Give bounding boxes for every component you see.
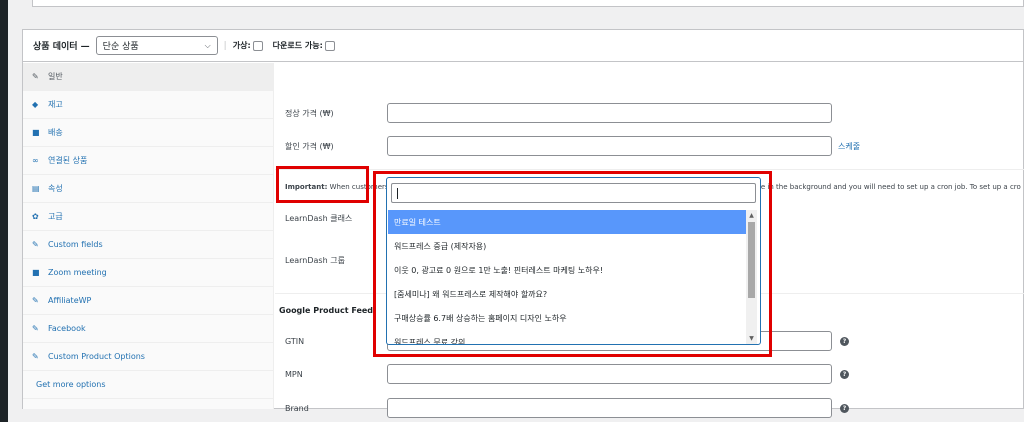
- brand-input[interactable]: [387, 398, 832, 418]
- tag-icon: ◆: [32, 100, 39, 109]
- product-data-header: 상품 데이터 — 단순 상품 ⌵ | 가상: 다운로드 가능:: [23, 30, 1023, 62]
- virtual-option[interactable]: 가상:: [233, 40, 263, 51]
- top-panel: [22, 0, 1024, 8]
- tab-zoom-meeting[interactable]: ■ Zoom meeting: [23, 259, 273, 287]
- learndash-groups-row: LearnDash 그룹: [285, 255, 387, 266]
- tab-label: AffiliateWP: [48, 296, 92, 305]
- gear-icon: ✿: [32, 212, 39, 221]
- mpn-input[interactable]: [387, 364, 832, 384]
- tab-label: 배송: [48, 128, 63, 137]
- wrench-icon: ✎: [32, 296, 39, 305]
- learndash-groups-label: LearnDash 그룹: [285, 256, 345, 265]
- product-data-tabs: ✎ 일반 ◆ 재고 ■ 배송 ∞ 연결된 상품 ▤ 속성 ✿ 고급 ✎ Custom fiel…: [23, 63, 274, 409]
- tab-label: 고급: [48, 212, 63, 221]
- tab-label: 재고: [48, 100, 63, 109]
- sale-price-label: 할인 가격 (₩): [285, 141, 334, 151]
- tab-label: 일반: [48, 72, 63, 81]
- downloadable-option[interactable]: 다운로드 가능:: [273, 40, 335, 51]
- divider: [275, 169, 1024, 170]
- tab-label: Custom Product Options: [48, 352, 145, 361]
- brand-row: Brand ?: [285, 398, 849, 418]
- virtual-label: 가상:: [232, 41, 251, 50]
- gtin-label: GTIN: [285, 336, 305, 346]
- regular-price-row: 정상 가격 (₩): [285, 103, 832, 123]
- admin-sidebar-edge: [0, 0, 8, 422]
- learndash-courses-label: LearnDash 클래스: [285, 214, 353, 223]
- tab-facebook[interactable]: ✎ Facebook: [23, 315, 273, 343]
- help-icon[interactable]: ?: [840, 336, 849, 346]
- highlight-box-dropdown: [373, 171, 772, 357]
- learndash-courses-row: LearnDash 클래스: [285, 213, 387, 224]
- table-icon: ▤: [32, 184, 40, 193]
- tab-affiliatewp[interactable]: ✎ AffiliateWP: [23, 287, 273, 315]
- wrench-icon: ✎: [32, 72, 39, 81]
- mpn-label: MPN: [285, 369, 303, 379]
- regular-price-label: 정상 가격 (₩): [285, 108, 334, 118]
- tab-attributes[interactable]: ▤ 속성: [23, 175, 273, 203]
- header-separator: |: [223, 40, 227, 51]
- brand-label: Brand: [285, 403, 309, 413]
- tab-advanced[interactable]: ✿ 고급: [23, 203, 273, 231]
- tab-label: Custom fields: [48, 240, 103, 249]
- highlight-box-label: [276, 166, 369, 203]
- tab-shipping[interactable]: ■ 배송: [23, 119, 273, 147]
- help-icon[interactable]: ?: [840, 369, 849, 379]
- help-icon[interactable]: ?: [840, 403, 849, 413]
- sale-price-input[interactable]: [387, 136, 832, 156]
- tab-label: Zoom meeting: [48, 268, 107, 277]
- mpn-row: MPN ?: [285, 364, 849, 384]
- schedule-link[interactable]: 스케줄: [838, 141, 860, 152]
- truck-icon: ■: [32, 128, 40, 137]
- wrench-icon: ✎: [32, 324, 39, 333]
- tab-general[interactable]: ✎ 일반: [23, 63, 273, 91]
- product-type-select[interactable]: 단순 상품 ⌵: [95, 36, 218, 55]
- chevron-down-icon: ⌵: [204, 40, 211, 50]
- tab-label: Get more options: [36, 380, 106, 389]
- downloadable-checkbox[interactable]: [324, 40, 335, 51]
- google-feed-title: Google Product Feed: [279, 306, 374, 315]
- virtual-checkbox[interactable]: [252, 40, 263, 51]
- product-type-value: 단순 상품: [102, 42, 139, 52]
- tab-label: Facebook: [48, 324, 86, 333]
- tab-label: 연결된 상품: [48, 156, 88, 165]
- get-more-options-link[interactable]: Get more options: [23, 371, 273, 399]
- tab-custom-fields[interactable]: ✎ Custom fields: [23, 231, 273, 259]
- tab-label: 속성: [48, 184, 63, 193]
- regular-price-input[interactable]: [387, 103, 832, 123]
- wrench-icon: ✎: [32, 240, 39, 249]
- sale-price-row: 할인 가격 (₩) 스케줄: [285, 136, 860, 156]
- video-icon: ■: [32, 268, 40, 277]
- tab-custom-product-options[interactable]: ✎ Custom Product Options: [23, 343, 273, 371]
- product-data-title: 상품 데이터 —: [33, 42, 90, 52]
- wrench-icon: ✎: [32, 352, 39, 361]
- downloadable-label: 다운로드 가능:: [272, 41, 323, 50]
- tab-inventory[interactable]: ◆ 재고: [23, 91, 273, 119]
- link-icon: ∞: [32, 156, 39, 165]
- tab-linked-products[interactable]: ∞ 연결된 상품: [23, 147, 273, 175]
